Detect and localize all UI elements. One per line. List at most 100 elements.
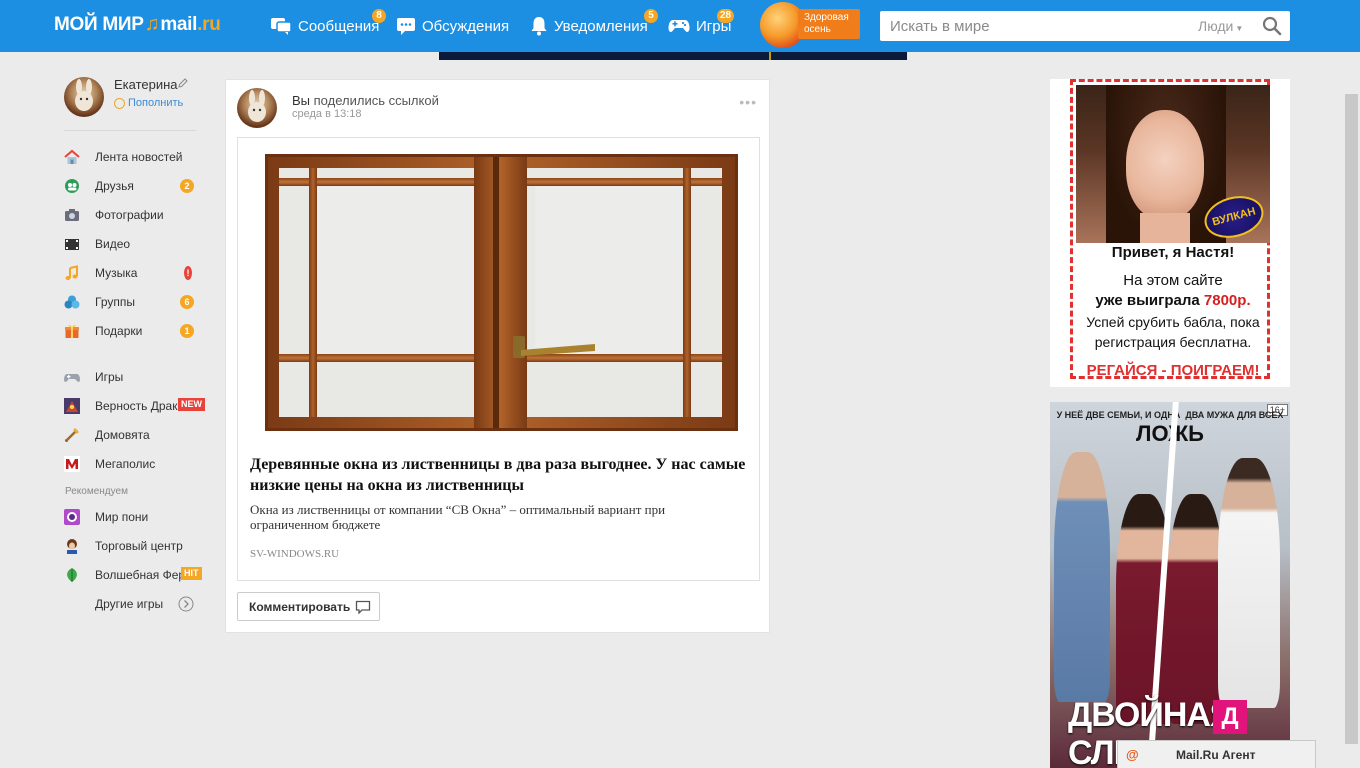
- bunny-avatar-image: [248, 90, 266, 122]
- groups-badge: 6: [180, 295, 194, 309]
- nav-games[interactable]: Игры 28: [668, 9, 735, 38]
- megapolis-game-icon: [64, 456, 80, 472]
- sidebar-item-other-games[interactable]: Другие игры: [64, 593, 204, 615]
- ad2-person-right-woman: [1168, 494, 1224, 724]
- sidebar-item-domovyata[interactable]: Домовята: [64, 424, 204, 446]
- messages-badge: 8: [372, 9, 386, 23]
- sidebar-item-label: Группы: [95, 295, 135, 309]
- comment-button[interactable]: Комментировать: [237, 592, 380, 621]
- sidebar-item-label: Игры: [95, 370, 124, 384]
- sidebar-item-video[interactable]: Видео: [64, 233, 204, 255]
- link-domain: SV-WINDOWS.RU: [250, 548, 340, 560]
- sidebar-item-groups[interactable]: Группы 6: [64, 291, 204, 313]
- post-header: Вы поделились ссылкой: [292, 93, 439, 108]
- chevron-down-icon: ▼: [1235, 24, 1244, 33]
- messages-icon: [271, 18, 292, 35]
- ad-neck-shape: [1140, 213, 1190, 243]
- post-menu-icon[interactable]: •••: [739, 94, 757, 110]
- logo-text: МОЙ МИР: [54, 14, 144, 35]
- logo-ru: .ru: [197, 14, 221, 35]
- sidebar-item-news[interactable]: Лента новостей: [64, 146, 204, 168]
- top-up-label: Пополнить: [128, 97, 184, 109]
- gift-icon: [64, 323, 80, 339]
- music-icon: [64, 265, 80, 281]
- sidebar-item-mall[interactable]: Торговый центр: [64, 535, 204, 557]
- farm-game-icon: [64, 567, 80, 583]
- post-timestamp[interactable]: среда в 13:18: [292, 108, 362, 120]
- ad2-title-line-1: ДВОЙНАЯ: [1068, 696, 1234, 734]
- scrollbar-thumb[interactable]: [1345, 94, 1358, 744]
- bell-icon: [531, 17, 547, 36]
- logo-mail: mail: [160, 14, 198, 35]
- nav-messages[interactable]: Сообщения 8: [270, 9, 386, 38]
- comment-bubble-icon: [356, 600, 371, 614]
- video-banner-strip[interactable]: [439, 52, 907, 60]
- friends-icon: [64, 178, 80, 194]
- dragon-game-icon: [64, 398, 80, 414]
- search-box: Люди▼: [880, 11, 1290, 41]
- ad-line-2: уже выиграла 7800р.: [1073, 292, 1273, 309]
- post-author-name[interactable]: Вы: [292, 93, 310, 108]
- site-logo[interactable]: МОЙ МИР♫mail.ru: [54, 13, 221, 36]
- coin-icon: [114, 97, 125, 109]
- agent-at-icon: @: [1126, 746, 1139, 762]
- search-input[interactable]: [880, 11, 1180, 41]
- profile-name[interactable]: Екатерина: [114, 77, 178, 92]
- sidebar-item-label: Верность Драконов: [95, 399, 183, 413]
- post-author-avatar[interactable]: [237, 88, 277, 128]
- sidebar-item-games[interactable]: Игры: [64, 366, 204, 388]
- discussions-icon: [397, 18, 415, 35]
- empty-icon-slot: [64, 596, 80, 612]
- link-title[interactable]: Деревянные окна из лиственницы в два раз…: [250, 454, 755, 496]
- sidebar-divider: [64, 130, 196, 131]
- sidebar-item-label: Музыка: [95, 266, 138, 280]
- sidebar-item-magic-farm[interactable]: Волшебная Ферма HIT: [64, 564, 204, 586]
- ad-line-3: Успей срубить бабла, пока: [1086, 314, 1260, 330]
- tv-show-ad-banner[interactable]: 16+ У НЕЁ ДВЕ СЕМЬИ, И ОДНА ДВА МУЖА ДЛЯ…: [1050, 402, 1290, 768]
- new-tag: NEW: [178, 398, 205, 411]
- sidebar-item-gifts[interactable]: Подарки 1: [64, 320, 204, 342]
- sidebar-item-friends[interactable]: Друзья 2: [64, 175, 204, 197]
- nav-notifications[interactable]: Уведомления 5: [530, 9, 658, 38]
- ad2-tagline: У НЕЁ ДВЕ СЕМЬИ, И ОДНА ДВА МУЖА ДЛЯ ВСЕ…: [1050, 410, 1290, 421]
- sidebar-item-dragon-loyalty[interactable]: Верность Драконов NEW: [64, 395, 205, 417]
- sidebar-item-pony-world[interactable]: Мир пони: [64, 506, 204, 528]
- sidebar-item-megapolis[interactable]: Мегаполис: [64, 453, 204, 475]
- ad-win-amount: 7800р.: [1203, 292, 1251, 309]
- nav-label: Сообщения: [298, 17, 380, 35]
- pony-game-icon: [64, 509, 80, 525]
- sidebar-item-photos[interactable]: Фотографии: [64, 204, 204, 226]
- sidebar-item-label: Фотографии: [95, 208, 164, 222]
- chevron-right-circle-icon: [178, 596, 194, 612]
- domashny-channel-logo: Д: [1213, 700, 1247, 734]
- healthy-autumn-promo[interactable]: Здоровая осень: [760, 2, 860, 48]
- feed-post-card: Вы поделились ссылкой среда в 13:18 •••: [225, 79, 770, 633]
- link-description: Окна из лиственницы от компании “СВ Окна…: [250, 502, 666, 532]
- search-scope-dropdown[interactable]: Люди ▼: [1198, 18, 1243, 34]
- nav-discussions[interactable]: Обсуждения: [396, 14, 509, 38]
- sidebar-item-label: Волшебная Ферма: [95, 568, 183, 582]
- search-icon[interactable]: [1262, 16, 1282, 36]
- comment-button-label: Комментировать: [249, 599, 351, 614]
- mail-agent-bar[interactable]: @ Mail.Ru Агент: [1117, 740, 1316, 768]
- ad2-person-right-man: [1218, 458, 1280, 708]
- post-action: поделились ссылкой: [313, 93, 439, 108]
- page-scrollbar[interactable]: [1343, 52, 1360, 768]
- profile-avatar[interactable]: [64, 77, 104, 117]
- casino-ad-banner[interactable]: ВУЛКАН Привет, я Настя! На этом сайте уж…: [1050, 79, 1290, 387]
- link-preview-image: [262, 151, 741, 434]
- friends-badge: 2: [180, 179, 194, 193]
- sidebar-item-music[interactable]: Музыка !: [64, 262, 204, 284]
- recommended-caption: Рекомендуем: [65, 486, 128, 497]
- sidebar-item-label: Торговый центр: [95, 539, 183, 553]
- games-badge: 28: [717, 9, 735, 23]
- notifications-badge: 5: [644, 9, 658, 23]
- nav-label: Обсуждения: [422, 17, 510, 35]
- top-up-link[interactable]: Пополнить: [114, 97, 183, 109]
- camera-icon: [64, 207, 80, 223]
- pencil-icon[interactable]: [178, 78, 188, 88]
- link-preview[interactable]: Деревянные окна из лиственницы в два раз…: [237, 137, 760, 581]
- ad-line-1: На этом сайте: [1123, 272, 1223, 289]
- sidebar-item-label: Мир пони: [95, 510, 149, 524]
- sidebar-item-label: Друзья: [95, 179, 134, 193]
